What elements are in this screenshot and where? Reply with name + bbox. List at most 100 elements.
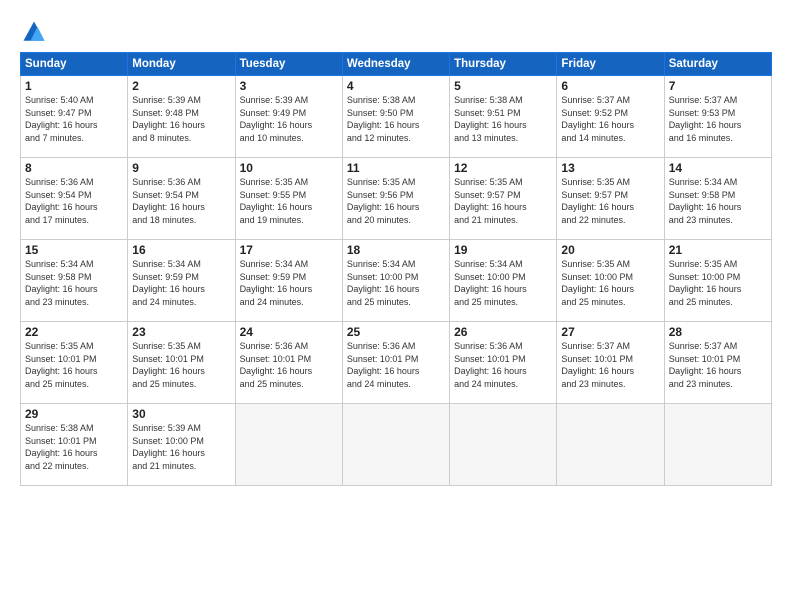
calendar-table: SundayMondayTuesdayWednesdayThursdayFrid… <box>20 52 772 486</box>
day-number: 4 <box>347 79 445 93</box>
day-info: Sunrise: 5:36 AM Sunset: 10:01 PM Daylig… <box>347 340 445 390</box>
day-info: Sunrise: 5:36 AM Sunset: 10:01 PM Daylig… <box>454 340 552 390</box>
day-number: 19 <box>454 243 552 257</box>
day-number: 21 <box>669 243 767 257</box>
logo <box>20 18 52 46</box>
day-info: Sunrise: 5:38 AM Sunset: 10:01 PM Daylig… <box>25 422 123 472</box>
calendar-cell: 24Sunrise: 5:36 AM Sunset: 10:01 PM Dayl… <box>235 322 342 404</box>
calendar-cell: 26Sunrise: 5:36 AM Sunset: 10:01 PM Dayl… <box>450 322 557 404</box>
calendar-cell <box>664 404 771 486</box>
weekday-header-row: SundayMondayTuesdayWednesdayThursdayFrid… <box>21 53 772 76</box>
day-info: Sunrise: 5:35 AM Sunset: 9:57 PM Dayligh… <box>454 176 552 226</box>
day-info: Sunrise: 5:35 AM Sunset: 9:55 PM Dayligh… <box>240 176 338 226</box>
calendar-cell: 3Sunrise: 5:39 AM Sunset: 9:49 PM Daylig… <box>235 76 342 158</box>
day-number: 1 <box>25 79 123 93</box>
calendar-row: 29Sunrise: 5:38 AM Sunset: 10:01 PM Dayl… <box>21 404 772 486</box>
day-info: Sunrise: 5:35 AM Sunset: 10:00 PM Daylig… <box>561 258 659 308</box>
calendar-cell: 17Sunrise: 5:34 AM Sunset: 9:59 PM Dayli… <box>235 240 342 322</box>
day-info: Sunrise: 5:39 AM Sunset: 9:48 PM Dayligh… <box>132 94 230 144</box>
weekday-header: Saturday <box>664 53 771 76</box>
day-info: Sunrise: 5:37 AM Sunset: 10:01 PM Daylig… <box>669 340 767 390</box>
day-number: 22 <box>25 325 123 339</box>
day-number: 17 <box>240 243 338 257</box>
calendar-cell: 9Sunrise: 5:36 AM Sunset: 9:54 PM Daylig… <box>128 158 235 240</box>
day-info: Sunrise: 5:34 AM Sunset: 9:58 PM Dayligh… <box>669 176 767 226</box>
day-info: Sunrise: 5:38 AM Sunset: 9:50 PM Dayligh… <box>347 94 445 144</box>
calendar-cell: 8Sunrise: 5:36 AM Sunset: 9:54 PM Daylig… <box>21 158 128 240</box>
page: SundayMondayTuesdayWednesdayThursdayFrid… <box>0 0 792 612</box>
day-number: 8 <box>25 161 123 175</box>
day-info: Sunrise: 5:37 AM Sunset: 9:52 PM Dayligh… <box>561 94 659 144</box>
calendar-row: 8Sunrise: 5:36 AM Sunset: 9:54 PM Daylig… <box>21 158 772 240</box>
calendar-cell: 11Sunrise: 5:35 AM Sunset: 9:56 PM Dayli… <box>342 158 449 240</box>
calendar-cell: 22Sunrise: 5:35 AM Sunset: 10:01 PM Dayl… <box>21 322 128 404</box>
day-number: 25 <box>347 325 445 339</box>
header <box>20 18 772 46</box>
calendar-cell: 19Sunrise: 5:34 AM Sunset: 10:00 PM Dayl… <box>450 240 557 322</box>
calendar-cell: 28Sunrise: 5:37 AM Sunset: 10:01 PM Dayl… <box>664 322 771 404</box>
calendar-cell <box>235 404 342 486</box>
calendar-cell: 4Sunrise: 5:38 AM Sunset: 9:50 PM Daylig… <box>342 76 449 158</box>
day-number: 24 <box>240 325 338 339</box>
day-number: 11 <box>347 161 445 175</box>
day-number: 6 <box>561 79 659 93</box>
weekday-header: Tuesday <box>235 53 342 76</box>
day-number: 18 <box>347 243 445 257</box>
day-number: 27 <box>561 325 659 339</box>
day-number: 14 <box>669 161 767 175</box>
day-number: 29 <box>25 407 123 421</box>
calendar-cell <box>450 404 557 486</box>
day-number: 20 <box>561 243 659 257</box>
calendar-cell: 6Sunrise: 5:37 AM Sunset: 9:52 PM Daylig… <box>557 76 664 158</box>
calendar-cell: 14Sunrise: 5:34 AM Sunset: 9:58 PM Dayli… <box>664 158 771 240</box>
calendar-cell: 1Sunrise: 5:40 AM Sunset: 9:47 PM Daylig… <box>21 76 128 158</box>
weekday-header: Wednesday <box>342 53 449 76</box>
day-info: Sunrise: 5:36 AM Sunset: 9:54 PM Dayligh… <box>132 176 230 226</box>
day-number: 10 <box>240 161 338 175</box>
day-number: 26 <box>454 325 552 339</box>
day-info: Sunrise: 5:36 AM Sunset: 10:01 PM Daylig… <box>240 340 338 390</box>
calendar-row: 15Sunrise: 5:34 AM Sunset: 9:58 PM Dayli… <box>21 240 772 322</box>
weekday-header: Monday <box>128 53 235 76</box>
day-number: 13 <box>561 161 659 175</box>
day-info: Sunrise: 5:36 AM Sunset: 9:54 PM Dayligh… <box>25 176 123 226</box>
day-number: 3 <box>240 79 338 93</box>
day-number: 15 <box>25 243 123 257</box>
day-info: Sunrise: 5:39 AM Sunset: 9:49 PM Dayligh… <box>240 94 338 144</box>
day-info: Sunrise: 5:35 AM Sunset: 10:01 PM Daylig… <box>25 340 123 390</box>
calendar-cell <box>342 404 449 486</box>
day-info: Sunrise: 5:40 AM Sunset: 9:47 PM Dayligh… <box>25 94 123 144</box>
day-info: Sunrise: 5:35 AM Sunset: 9:57 PM Dayligh… <box>561 176 659 226</box>
day-info: Sunrise: 5:37 AM Sunset: 10:01 PM Daylig… <box>561 340 659 390</box>
calendar-cell: 23Sunrise: 5:35 AM Sunset: 10:01 PM Dayl… <box>128 322 235 404</box>
calendar-cell: 27Sunrise: 5:37 AM Sunset: 10:01 PM Dayl… <box>557 322 664 404</box>
calendar-cell: 12Sunrise: 5:35 AM Sunset: 9:57 PM Dayli… <box>450 158 557 240</box>
calendar-row: 22Sunrise: 5:35 AM Sunset: 10:01 PM Dayl… <box>21 322 772 404</box>
day-number: 5 <box>454 79 552 93</box>
day-info: Sunrise: 5:39 AM Sunset: 10:00 PM Daylig… <box>132 422 230 472</box>
calendar-cell <box>557 404 664 486</box>
calendar-cell: 7Sunrise: 5:37 AM Sunset: 9:53 PM Daylig… <box>664 76 771 158</box>
calendar-cell: 10Sunrise: 5:35 AM Sunset: 9:55 PM Dayli… <box>235 158 342 240</box>
day-number: 16 <box>132 243 230 257</box>
day-number: 23 <box>132 325 230 339</box>
calendar-cell: 25Sunrise: 5:36 AM Sunset: 10:01 PM Dayl… <box>342 322 449 404</box>
day-info: Sunrise: 5:34 AM Sunset: 9:59 PM Dayligh… <box>240 258 338 308</box>
day-number: 28 <box>669 325 767 339</box>
day-number: 12 <box>454 161 552 175</box>
day-number: 9 <box>132 161 230 175</box>
day-info: Sunrise: 5:34 AM Sunset: 10:00 PM Daylig… <box>347 258 445 308</box>
day-info: Sunrise: 5:34 AM Sunset: 10:00 PM Daylig… <box>454 258 552 308</box>
calendar-cell: 16Sunrise: 5:34 AM Sunset: 9:59 PM Dayli… <box>128 240 235 322</box>
calendar-cell: 2Sunrise: 5:39 AM Sunset: 9:48 PM Daylig… <box>128 76 235 158</box>
day-info: Sunrise: 5:34 AM Sunset: 9:59 PM Dayligh… <box>132 258 230 308</box>
day-info: Sunrise: 5:37 AM Sunset: 9:53 PM Dayligh… <box>669 94 767 144</box>
day-number: 2 <box>132 79 230 93</box>
calendar-cell: 29Sunrise: 5:38 AM Sunset: 10:01 PM Dayl… <box>21 404 128 486</box>
calendar-cell: 5Sunrise: 5:38 AM Sunset: 9:51 PM Daylig… <box>450 76 557 158</box>
day-info: Sunrise: 5:34 AM Sunset: 9:58 PM Dayligh… <box>25 258 123 308</box>
calendar-cell: 30Sunrise: 5:39 AM Sunset: 10:00 PM Dayl… <box>128 404 235 486</box>
day-info: Sunrise: 5:38 AM Sunset: 9:51 PM Dayligh… <box>454 94 552 144</box>
logo-icon <box>20 18 48 46</box>
weekday-header: Thursday <box>450 53 557 76</box>
